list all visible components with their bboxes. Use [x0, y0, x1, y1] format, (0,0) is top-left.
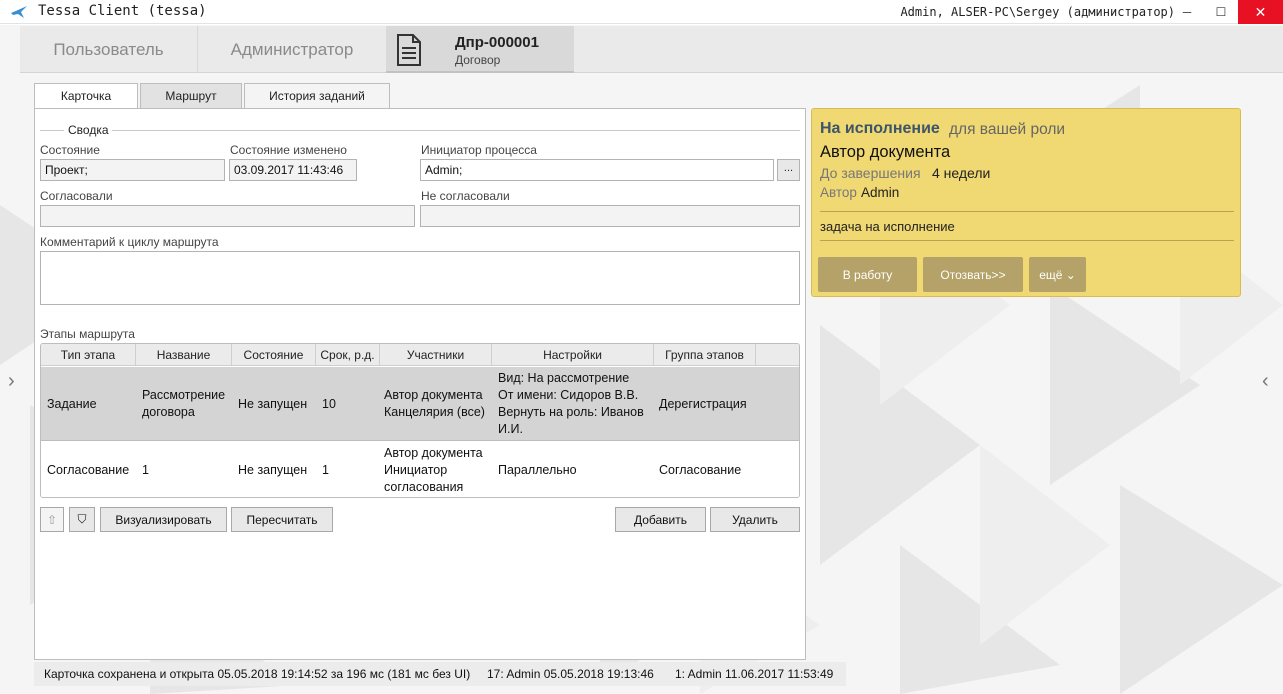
state-changed-field[interactable]: 03.09.2017 11:43:46 — [229, 159, 357, 181]
title-bar: Tessa Client (tessa) Admin, ALSER-PC\Ser… — [0, 0, 1283, 24]
column-header-participants[interactable]: Участники — [380, 344, 492, 366]
task-divider — [820, 240, 1234, 241]
not-approved-label: Не согласовали — [421, 189, 510, 203]
table-row[interactable]: Согласование 1 Не запущен 1 Автор докуме… — [41, 442, 799, 497]
cell-stage-group: Согласование — [659, 462, 742, 477]
route-comment-label: Комментарий к циклу маршрута — [40, 235, 219, 249]
version-17-link[interactable]: 17: Admin 05.05.2018 19:13:46 — [487, 667, 654, 681]
cell-participants: Автор документа Канцелярия (все) — [384, 388, 485, 419]
recall-button[interactable]: Отозвать>> — [923, 257, 1023, 292]
cell-participants: Автор документа Инициатор согласования — [384, 445, 483, 494]
tab-user[interactable]: Пользователь — [20, 26, 198, 73]
task-deadline-label: До завершения — [820, 165, 921, 181]
recalculate-button[interactable]: Пересчитать — [231, 507, 333, 532]
cell-term: 1 — [322, 462, 329, 477]
cell-state: Не запущен — [238, 462, 308, 477]
column-header-name[interactable]: Название — [136, 344, 232, 366]
cell-name: 1 — [142, 462, 149, 477]
section-divider — [40, 130, 64, 131]
state-changed-label: Состояние изменено — [230, 143, 347, 157]
state-label: Состояние — [40, 143, 100, 157]
take-to-work-button[interactable]: В работу — [818, 257, 917, 292]
tab-card[interactable]: Карточка — [34, 83, 138, 108]
cell-settings: Параллельно — [498, 462, 577, 477]
column-header-term[interactable]: Срок, р.д. — [316, 344, 380, 366]
move-down-button[interactable]: ⛉ — [69, 507, 95, 532]
summary-section-label: Сводка — [68, 123, 109, 137]
approved-label: Согласовали — [40, 189, 113, 203]
top-tab-bar: Пользователь Администратор — [20, 26, 1283, 73]
table-row[interactable]: Задание Рассмотрение договора Не запущен… — [41, 367, 799, 441]
minimize-button[interactable]: ─ — [1170, 0, 1204, 24]
cell-term: 10 — [322, 396, 336, 411]
close-button[interactable]: ✕ — [1238, 0, 1283, 24]
task-author-value: Admin — [861, 185, 900, 200]
table-header: Тип этапа Название Состояние Срок, р.д. … — [41, 344, 799, 366]
route-stages-table: Тип этапа Название Состояние Срок, р.д. … — [40, 343, 800, 498]
tab-route[interactable]: Маршрут — [140, 83, 242, 108]
task-panel: На исполнение для вашей роли Автор докум… — [811, 108, 1241, 297]
approved-field[interactable] — [40, 205, 415, 227]
collapse-left-icon[interactable]: › — [8, 370, 15, 393]
save-status-text: Карточка сохранена и открыта 05.05.2018 … — [44, 667, 471, 681]
tab-task-history[interactable]: История заданий — [244, 83, 390, 108]
not-approved-field[interactable] — [420, 205, 800, 227]
task-divider — [820, 211, 1234, 212]
version-1-link[interactable]: 1: Admin 11.06.2017 11:53:49 — [675, 667, 833, 681]
task-author-label: Автор — [820, 185, 857, 200]
more-actions-button[interactable]: ещё ⌄ — [1029, 257, 1086, 292]
task-description: задача на исполнение — [820, 219, 955, 234]
cell-stage-type: Задание — [47, 396, 97, 411]
document-icon — [397, 34, 421, 66]
document-number: Дпр-000001 — [455, 34, 539, 51]
collapse-right-icon[interactable]: ‹ — [1262, 370, 1269, 393]
delete-stage-button[interactable]: Удалить — [710, 507, 800, 532]
initiator-select-button[interactable]: ... — [777, 159, 800, 181]
document-type: Договор — [455, 53, 501, 67]
task-status: На исполнение — [820, 120, 940, 137]
cell-state: Не запущен — [238, 396, 308, 411]
task-deadline-value: 4 недели — [932, 165, 991, 181]
status-bar: Карточка сохранена и открыта 05.05.2018 … — [34, 662, 846, 686]
initiator-label: Инициатор процесса — [421, 143, 537, 157]
route-comment-field[interactable] — [40, 251, 800, 305]
cell-stage-group: Дерегистрация — [659, 396, 747, 411]
initiator-field[interactable]: Admin; — [420, 159, 774, 181]
tab-administrator[interactable]: Администратор — [198, 26, 386, 73]
task-performer: Автор документа — [820, 143, 951, 161]
state-field[interactable]: Проект; — [40, 159, 225, 181]
move-up-button[interactable]: ⇧ — [40, 507, 64, 532]
visualize-button[interactable]: Визуализировать — [100, 507, 227, 532]
column-header-state[interactable]: Состояние — [232, 344, 316, 366]
route-stages-label: Этапы маршрута — [40, 327, 135, 341]
column-header-stage-group[interactable]: Группа этапов — [654, 344, 756, 366]
tessa-bird-icon — [11, 6, 27, 18]
add-stage-button[interactable]: Добавить — [615, 507, 706, 532]
maximize-button[interactable]: ☐ — [1204, 0, 1238, 24]
current-user-info: Admin, ALSER-PC\Sergey (администратор) — [900, 5, 1175, 19]
cell-settings: Вид: На рассмотрение От имени: Сидоров В… — [498, 371, 644, 436]
cell-name: Рассмотрение договора — [142, 388, 226, 419]
cell-stage-type: Согласование — [47, 462, 130, 477]
task-role: для вашей роли — [949, 121, 1066, 138]
app-title: Tessa Client (tessa) — [38, 3, 207, 19]
section-divider — [112, 130, 800, 131]
column-header-settings[interactable]: Настройки — [492, 344, 654, 366]
column-header-stage-type[interactable]: Тип этапа — [41, 344, 136, 366]
